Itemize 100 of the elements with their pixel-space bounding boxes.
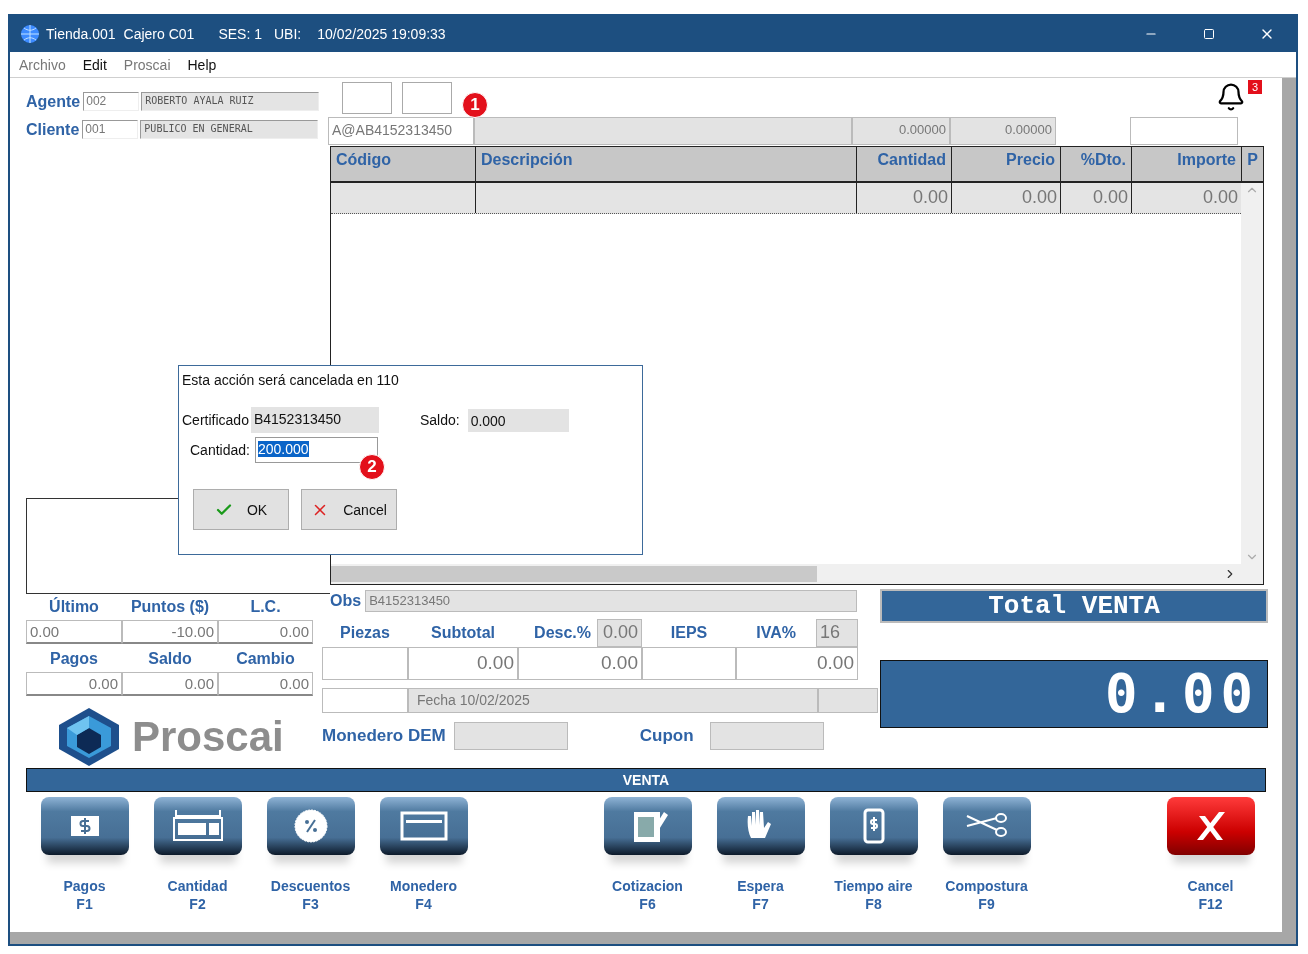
function-key: F9	[978, 895, 995, 913]
obs-field: B4152313450	[365, 590, 858, 612]
total-banner: Total VENTA	[880, 589, 1268, 623]
summary-value: 0.00	[218, 620, 313, 644]
payment-value: 0.00	[218, 672, 313, 696]
column-label: Subtotal	[431, 624, 495, 642]
window-title: UBI:	[273, 26, 302, 42]
field-label: Monedero DEM	[322, 725, 446, 746]
column-header[interactable]: P	[1241, 147, 1263, 181]
summary-label: Último	[48, 598, 100, 616]
function-label: Tiempo aire	[834, 877, 913, 895]
function-label: Cotizacion	[612, 877, 683, 895]
function-key-button[interactable]	[829, 797, 918, 855]
table-cell: 0.00	[1060, 183, 1131, 213]
summary-label: L.C.	[249, 598, 282, 616]
total-cell: 0.00	[408, 647, 518, 680]
field-label: Cupon	[639, 725, 694, 746]
column-header[interactable]: Cantidad	[856, 147, 951, 181]
menu-item[interactable]: Help	[187, 56, 217, 73]
field-label: Cliente	[26, 120, 80, 139]
blank-field[interactable]	[1130, 117, 1238, 145]
function-key: F3	[302, 895, 319, 913]
cancel-button[interactable]: Cancel	[301, 489, 397, 530]
table-cell: 0.00	[856, 183, 951, 213]
wallet-field[interactable]	[453, 721, 568, 750]
summary-value: -10.00	[122, 620, 218, 644]
payment-label: Cambio	[235, 650, 296, 669]
iva-field: 16	[816, 619, 858, 647]
menu-item[interactable]: Edit	[82, 56, 107, 73]
date-field: Fecha 10/02/2025	[408, 688, 818, 713]
ok-button[interactable]: OK	[193, 489, 289, 530]
column-header[interactable]: Precio	[951, 147, 1060, 181]
notification-badge: 3	[1247, 80, 1262, 94]
column-label: Desc.%	[534, 624, 591, 642]
function-key-button[interactable]	[266, 797, 355, 855]
table-cell: 0.00	[951, 183, 1060, 213]
payment-label: Saldo	[147, 650, 193, 669]
field-label: Saldo:	[419, 412, 460, 428]
function-key-button[interactable]	[716, 797, 805, 855]
column-label: IVA%	[756, 624, 796, 642]
maximize-icon	[1203, 28, 1215, 40]
scrollbar-thumb[interactable]	[331, 566, 817, 582]
function-key-button[interactable]	[1166, 797, 1255, 855]
function-label: Cancel	[1187, 877, 1234, 895]
payment-value: 0.00	[26, 672, 122, 696]
field-label: Obs	[330, 592, 362, 610]
amount-field: 0.00000	[852, 117, 950, 145]
function-key: F2	[189, 895, 206, 913]
function-label: Espera	[737, 877, 784, 895]
function-key: F4	[415, 895, 432, 913]
certificate-field: B4152313450	[250, 407, 379, 433]
name-field: PUBLICO EN GENERAL	[140, 120, 319, 139]
column-header[interactable]: Código	[331, 147, 475, 181]
search-field[interactable]: A@AB4152313450	[328, 117, 474, 145]
total-cell: 0.00	[518, 647, 642, 680]
function-label: Cantidad	[167, 877, 228, 895]
function-label: Descuentos	[270, 877, 351, 895]
summary-value: 0.00	[26, 620, 122, 644]
window-title: 10/02/2025 19:09:33	[317, 26, 446, 42]
marker-badge: 1	[462, 92, 488, 118]
window-title: SES: 1	[218, 26, 262, 42]
window-title: Cajero C01	[123, 26, 195, 42]
small-field[interactable]	[402, 82, 452, 114]
function-key-button[interactable]	[153, 797, 242, 855]
function-key-button[interactable]	[603, 797, 692, 855]
coupon-field[interactable]	[709, 721, 824, 750]
column-label: IEPS	[670, 624, 708, 642]
small-field[interactable]	[342, 82, 392, 114]
field-label: Cantidad:	[190, 442, 250, 458]
dialog-message: Esta acción será cancelada en 110	[182, 372, 400, 388]
function-label: Compostura	[945, 877, 1028, 895]
function-key: F7	[752, 895, 769, 913]
globe-icon	[20, 24, 40, 44]
field-label: Certificado	[182, 412, 249, 428]
summary-label: Puntos ($)	[129, 598, 211, 616]
function-label: Pagos	[63, 877, 106, 895]
name-field: ROBERTO AYALA RUIZ	[141, 92, 320, 111]
blank-field	[818, 688, 878, 713]
function-label: Monedero	[390, 877, 457, 895]
code-field[interactable]: 002	[83, 92, 140, 111]
bell-icon[interactable]	[1216, 82, 1246, 112]
column-header[interactable]: Importe	[1131, 147, 1241, 181]
amount-field: 0.00000	[950, 117, 1056, 145]
column-label: Piezas	[340, 624, 390, 642]
function-key: F6	[639, 895, 656, 913]
total-display: 0.00	[880, 660, 1268, 728]
function-key: F1	[76, 895, 93, 913]
logo-text: Proscai	[132, 713, 284, 761]
payment-label: Pagos	[49, 650, 99, 669]
payment-value: 0.00	[122, 672, 218, 696]
function-key-button[interactable]	[40, 797, 129, 855]
function-key: F8	[865, 895, 882, 913]
function-key-button[interactable]	[942, 797, 1031, 855]
balance-field: 0.000	[467, 408, 569, 432]
discount-field: 0.00	[597, 619, 642, 647]
code-field[interactable]: 001	[82, 120, 139, 139]
function-key-button[interactable]	[379, 797, 468, 855]
column-header[interactable]: Descripción	[475, 147, 856, 181]
column-header[interactable]: %Dto.	[1060, 147, 1131, 181]
function-key: F12	[1198, 895, 1223, 913]
